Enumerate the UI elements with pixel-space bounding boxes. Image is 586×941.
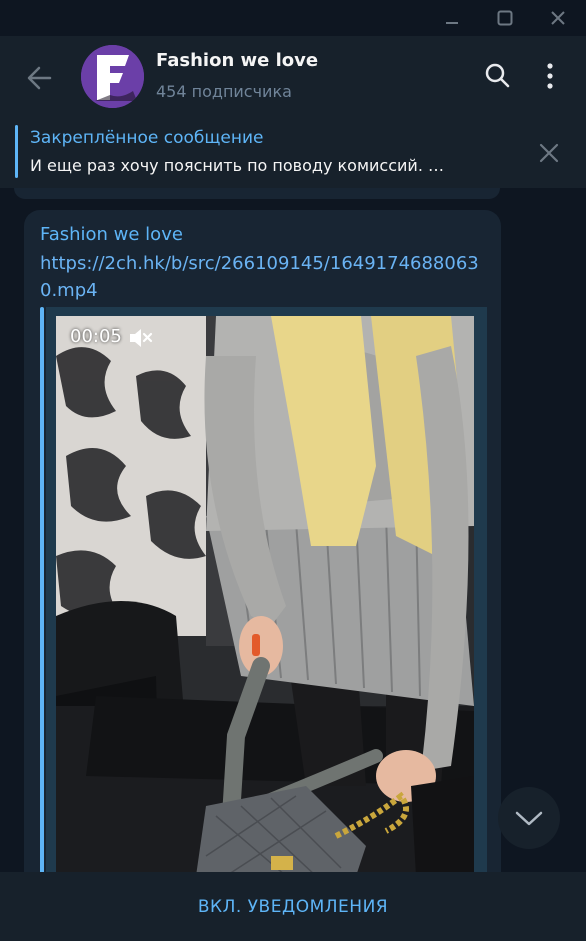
channel-avatar[interactable] [81,45,144,108]
previous-message-bubble [14,188,500,199]
message-bubble: Fashion we love https://2ch.hk/b/src/266… [24,210,501,910]
pinned-accent-line [15,125,18,178]
pinned-close-button[interactable] [532,136,566,170]
pinned-message-bar[interactable]: Закреплённое сообщение И еще раз хочу по… [0,118,586,188]
subscriber-count: 454 подписчика [156,82,292,101]
message-author[interactable]: Fashion we love [40,224,183,245]
maximize-button[interactable] [491,4,519,32]
video-player[interactable]: 00:05 [56,316,474,876]
more-vertical-icon [547,63,553,89]
search-button[interactable] [480,58,516,94]
channel-title[interactable]: Fashion we love [156,50,318,71]
close-icon [539,143,559,163]
link-preview-accent [40,307,44,877]
scroll-down-button[interactable] [498,787,560,849]
pinned-title: Закреплённое сообщение [30,128,264,148]
window-titlebar [0,0,586,36]
video-frame [56,316,474,876]
bottom-bar: ВКЛ. УВЕДОМЛЕНИЯ [0,872,586,941]
minimize-icon [446,22,458,24]
maximize-icon [497,10,513,26]
message-link[interactable]: https://2ch.hk/b/src/266109145/164917468… [40,250,490,304]
channel-logo-icon [81,45,144,108]
muted-speaker-icon [130,329,153,347]
close-window-button[interactable] [544,4,572,32]
mute-toggle[interactable] [128,326,154,354]
minimize-button[interactable] [438,4,466,32]
chevron-down-icon [515,811,543,826]
back-button[interactable] [22,60,58,96]
search-icon [485,63,510,88]
more-menu-button[interactable] [534,58,566,94]
close-icon [551,11,565,25]
enable-notifications-button[interactable]: ВКЛ. УВЕДОМЛЕНИЯ [178,887,408,927]
pinned-text: И еще раз хочу пояснить по поводу комисс… [30,156,444,175]
arrow-left-icon [27,66,52,90]
chat-header: Fashion we love 454 подписчика [0,36,586,118]
video-duration: 00:05 [70,326,122,347]
